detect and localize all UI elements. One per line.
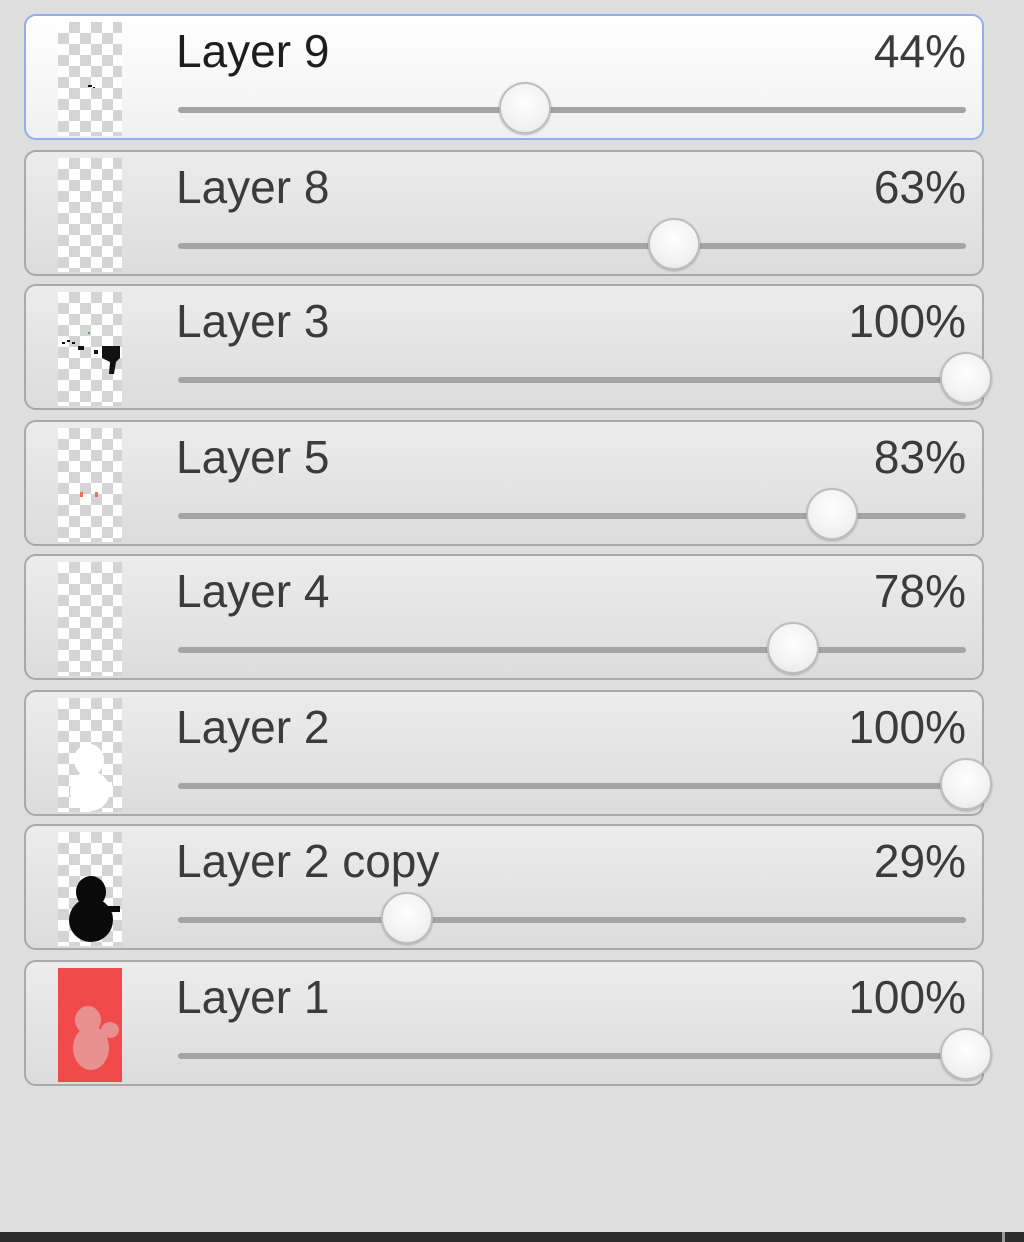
layer-row[interactable]: Layer 9 44% (24, 14, 984, 140)
layer-2-copy-thumbnail-icon (69, 876, 120, 942)
opacity-value: 44% (873, 25, 966, 77)
layer-thumbnail[interactable] (58, 292, 122, 406)
layer-thumbnail[interactable] (58, 562, 122, 676)
slider-thumb[interactable] (940, 352, 992, 404)
layer-name[interactable]: Layer 5 (176, 430, 329, 484)
layer-name[interactable]: Layer 4 (176, 564, 329, 618)
layer-name[interactable]: Layer 8 (176, 160, 329, 214)
layer-row[interactable]: Layer 4 78% (24, 554, 984, 680)
layer-3-thumbnail-icon (62, 332, 120, 374)
opacity-slider[interactable] (178, 82, 966, 134)
bottom-bar (0, 1232, 1024, 1242)
layer-name[interactable]: Layer 9 (176, 24, 329, 78)
layer-thumbnail[interactable] (58, 698, 122, 812)
layer-1-thumbnail-icon (58, 968, 122, 1082)
opacity-slider[interactable] (178, 352, 992, 404)
opacity-value: 100% (848, 701, 966, 753)
opacity-value: 63% (873, 161, 966, 213)
opacity-slider[interactable] (178, 488, 966, 540)
slider-track[interactable] (178, 783, 966, 789)
layer-name[interactable]: Layer 1 (176, 970, 329, 1024)
opacity-slider[interactable] (178, 758, 992, 810)
layer-2-thumbnail-icon (70, 744, 112, 811)
layer-thumbnail[interactable] (58, 832, 122, 946)
layer-9-thumbnail-icon (88, 85, 95, 88)
layer-row[interactable]: Layer 2 100% (24, 690, 992, 816)
layer-name[interactable]: Layer 2 (176, 700, 329, 754)
slider-thumb[interactable] (648, 218, 701, 270)
layer-thumbnail[interactable] (58, 428, 122, 542)
opacity-value: 83% (873, 431, 966, 483)
opacity-slider[interactable] (178, 622, 966, 674)
slider-track[interactable] (178, 107, 966, 113)
layer-row[interactable]: Layer 8 63% (24, 150, 984, 276)
slider-track[interactable] (178, 1053, 966, 1059)
layer-row[interactable]: Layer 5 83% (24, 420, 984, 546)
layer-row[interactable]: Layer 2 copy 29% (24, 824, 984, 950)
opacity-slider[interactable] (178, 1028, 992, 1080)
layer-row[interactable]: Layer 1 100% (24, 960, 992, 1086)
layer-5-thumbnail-icon (80, 492, 98, 497)
opacity-slider[interactable] (178, 218, 966, 270)
slider-track[interactable] (178, 917, 966, 923)
layer-4-thumbnail-icon (58, 562, 122, 676)
slider-thumb[interactable] (806, 488, 859, 540)
slider-thumb[interactable] (940, 758, 992, 810)
slider-track[interactable] (178, 377, 966, 383)
opacity-value: 100% (848, 295, 966, 347)
layer-thumbnail[interactable] (58, 158, 122, 272)
layer-thumbnail[interactable] (58, 968, 122, 1082)
slider-thumb[interactable] (380, 892, 433, 944)
opacity-value: 29% (873, 835, 966, 887)
slider-thumb[interactable] (940, 1028, 992, 1080)
layer-thumbnail[interactable] (58, 22, 122, 136)
layer-name[interactable]: Layer 2 copy (176, 834, 439, 888)
slider-track[interactable] (178, 647, 966, 653)
bottom-bar-divider (1002, 1232, 1005, 1242)
slider-thumb[interactable] (498, 82, 551, 134)
slider-track[interactable] (178, 243, 966, 249)
layer-8-thumbnail-icon (58, 158, 122, 272)
layers-panel: Layer 9 44% Layer 8 63% Layer 3 100% Lay… (0, 0, 1024, 1242)
opacity-slider[interactable] (178, 892, 966, 944)
slider-thumb[interactable] (766, 622, 819, 674)
layer-row[interactable]: Layer 3 100% (24, 284, 992, 410)
opacity-value: 100% (848, 971, 966, 1023)
layer-name[interactable]: Layer 3 (176, 294, 329, 348)
opacity-value: 78% (873, 565, 966, 617)
